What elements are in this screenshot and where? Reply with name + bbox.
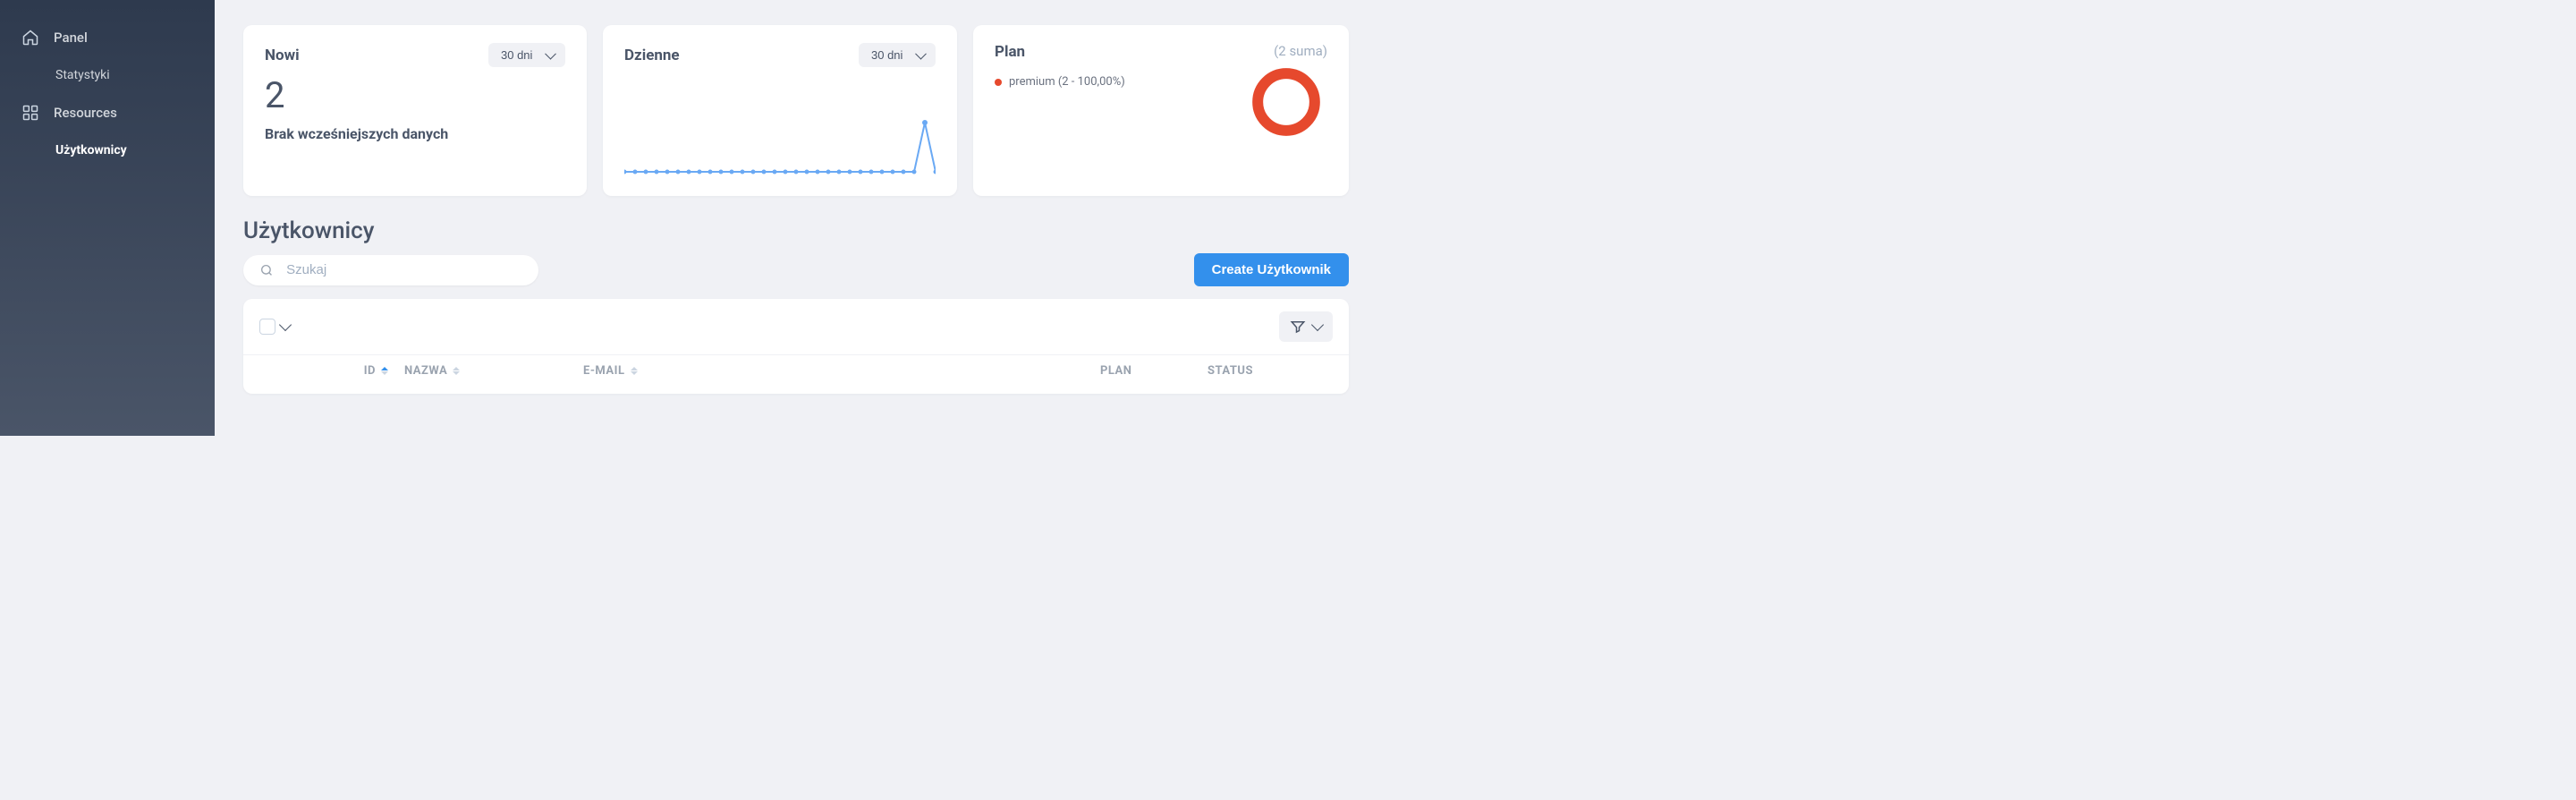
col-name[interactable]: NAZWA bbox=[404, 364, 583, 378]
sort-icon bbox=[631, 367, 638, 375]
search-input[interactable] bbox=[286, 262, 522, 277]
col-email[interactable]: E-MAIL bbox=[583, 364, 852, 378]
sort-icon bbox=[381, 367, 388, 375]
table-header: ID NAZWA E-MAIL PLAN STATUS bbox=[243, 354, 1349, 394]
legend-dot-icon bbox=[995, 79, 1002, 86]
card-nowi: Nowi 30 dni 2 Brak wcześniejszych danych bbox=[243, 25, 587, 196]
card-nowi-note: Brak wcześniejszych danych bbox=[265, 125, 565, 142]
filter-icon bbox=[1290, 319, 1306, 335]
sidebar-stats-label: Statystyki bbox=[55, 68, 110, 82]
sidebar-item-resources[interactable]: Resources bbox=[0, 93, 215, 132]
card-dzienne-range-select[interactable]: 30 dni bbox=[859, 43, 936, 67]
card-nowi-range-select[interactable]: 30 dni bbox=[488, 43, 565, 67]
plan-total: (2 suma) bbox=[1274, 43, 1327, 59]
create-user-button[interactable]: Create Użytkownik bbox=[1194, 253, 1349, 286]
col-id[interactable]: ID bbox=[297, 364, 404, 378]
main-content: Nowi 30 dni 2 Brak wcześniejszych danych… bbox=[215, 0, 1377, 436]
chevron-down-icon bbox=[1311, 319, 1324, 331]
chevron-down-icon bbox=[279, 319, 292, 331]
search-icon bbox=[259, 262, 274, 278]
sidebar-item-users[interactable]: Użytkownicy bbox=[0, 132, 215, 168]
plan-legend: premium (2 - 100,00%) bbox=[995, 75, 1125, 89]
line-chart-dzienne bbox=[624, 80, 936, 174]
search-wrap[interactable] bbox=[243, 255, 538, 285]
col-plan[interactable]: PLAN bbox=[1100, 364, 1208, 378]
sort-icon bbox=[453, 367, 460, 375]
sidebar-users-label: Użytkownicy bbox=[55, 143, 127, 157]
card-dzienne-title: Dzienne bbox=[624, 47, 680, 64]
card-nowi-title: Nowi bbox=[265, 47, 300, 64]
card-dzienne: Dzienne 30 dni bbox=[603, 25, 957, 196]
sidebar-item-panel[interactable]: Panel bbox=[0, 18, 215, 57]
card-plan: Plan premium (2 - 100,00%) (2 suma) bbox=[973, 25, 1349, 196]
filter-button[interactable] bbox=[1279, 311, 1333, 342]
grid-icon bbox=[21, 104, 39, 122]
card-plan-title: Plan bbox=[995, 43, 1025, 61]
sidebar-resources-label: Resources bbox=[54, 105, 117, 121]
select-all-checkbox[interactable] bbox=[259, 319, 275, 335]
plan-legend-text: premium (2 - 100,00%) bbox=[1009, 75, 1125, 89]
sidebar-item-stats[interactable]: Statystyki bbox=[0, 57, 215, 93]
donut-chart-plan bbox=[1249, 64, 1324, 140]
select-all-dropdown[interactable] bbox=[259, 319, 290, 335]
page-title: Użytkownicy bbox=[243, 217, 1349, 244]
sidebar-panel-label: Panel bbox=[54, 30, 88, 46]
col-status[interactable]: STATUS bbox=[1208, 364, 1333, 378]
home-icon bbox=[21, 29, 39, 47]
users-table: ID NAZWA E-MAIL PLAN STATUS bbox=[243, 299, 1349, 394]
sidebar: Panel Statystyki Resources Użytkownicy bbox=[0, 0, 215, 436]
card-nowi-value: 2 bbox=[265, 74, 565, 116]
